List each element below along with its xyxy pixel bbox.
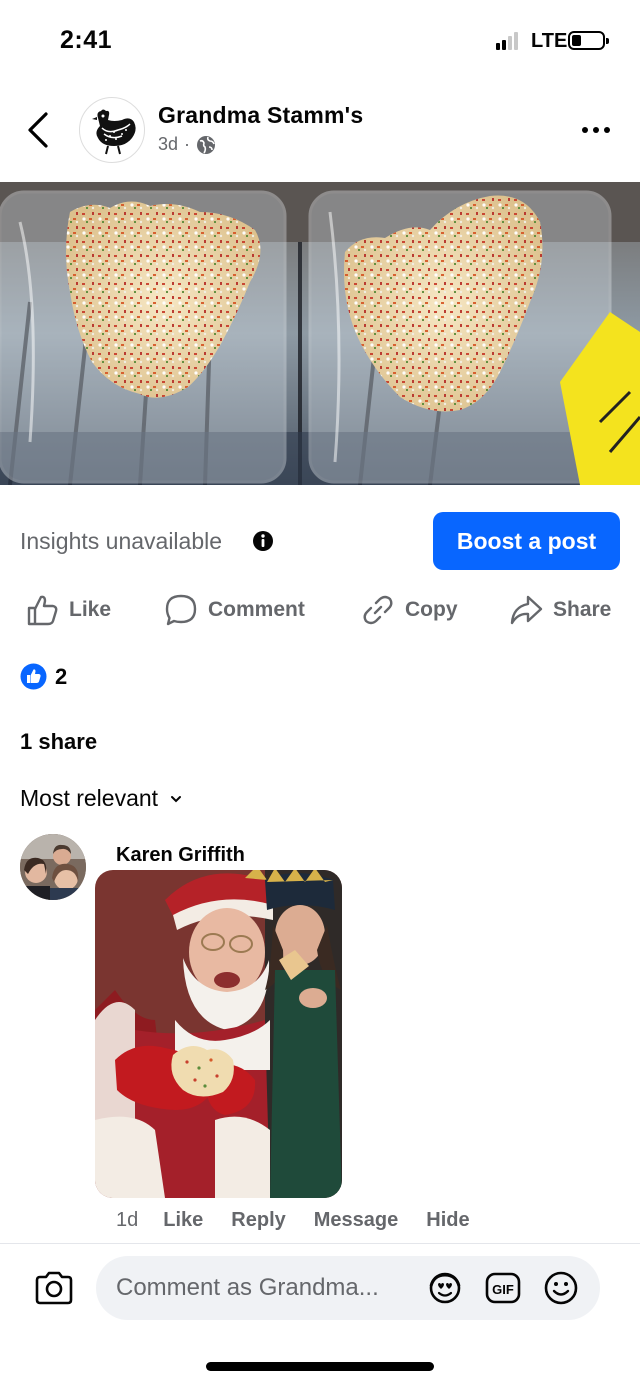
gif-icon[interactable]: GIF bbox=[484, 1270, 522, 1306]
more-options-button[interactable] bbox=[582, 120, 618, 140]
commenter-name[interactable]: Karen Griffith bbox=[116, 844, 245, 867]
post-header: Grandma Stamm's 3d · bbox=[0, 92, 640, 172]
emoji-icon[interactable] bbox=[542, 1270, 580, 1306]
comment-sort-dropdown[interactable]: Most relevant bbox=[20, 785, 182, 812]
insights-row: Insights unavailable Boost a post bbox=[0, 512, 640, 570]
post-image[interactable] bbox=[0, 182, 640, 485]
like-reaction-icon bbox=[20, 663, 47, 690]
comment-composer: GIF bbox=[0, 1243, 640, 1333]
like-button[interactable]: Like bbox=[25, 586, 111, 634]
signal-icon bbox=[496, 32, 522, 50]
dot bbox=[604, 127, 610, 133]
link-icon bbox=[363, 595, 393, 625]
status-time: 2:41 bbox=[60, 26, 113, 54]
chevron-down-icon bbox=[171, 795, 182, 802]
post-meta: 3d · bbox=[158, 134, 216, 155]
comment-input[interactable] bbox=[116, 1256, 416, 1320]
share-count[interactable]: 1 share bbox=[20, 729, 97, 755]
avatar-sticker-icon[interactable] bbox=[426, 1270, 464, 1306]
page-avatar[interactable] bbox=[79, 97, 145, 163]
meta-separator: · bbox=[184, 134, 191, 154]
commenter-avatar[interactable] bbox=[20, 834, 86, 900]
like-label: Like bbox=[69, 598, 112, 621]
copy-link-button[interactable]: Copy bbox=[361, 586, 458, 634]
comment-actions: 1d Like Reply Message Hide bbox=[116, 1209, 498, 1232]
sort-label: Most relevant bbox=[20, 785, 159, 811]
comment-button[interactable]: Comment bbox=[164, 586, 305, 634]
thumbs-up-icon bbox=[27, 595, 58, 626]
comment-hide-button[interactable]: Hide bbox=[426, 1209, 469, 1232]
reaction-count: 2 bbox=[55, 663, 68, 689]
svg-text:GIF: GIF bbox=[492, 1282, 514, 1297]
camera-icon[interactable] bbox=[34, 1270, 74, 1306]
battery-icon bbox=[568, 31, 609, 50]
cookies-photo bbox=[0, 182, 640, 485]
post-time[interactable]: 3d bbox=[158, 134, 178, 155]
boost-post-button[interactable]: Boost a post bbox=[433, 512, 620, 570]
status-bar: 2:41 LTE bbox=[0, 0, 640, 80]
home-indicator[interactable] bbox=[206, 1362, 434, 1371]
avatar-photo bbox=[20, 834, 86, 900]
page-name[interactable]: Grandma Stamm's bbox=[158, 102, 363, 129]
comment-reply-button[interactable]: Reply bbox=[231, 1209, 285, 1232]
share-arrow-icon bbox=[510, 595, 543, 625]
dot bbox=[593, 127, 599, 133]
post-actions: Like Comment Copy Share bbox=[0, 586, 640, 634]
comment-message-button[interactable]: Message bbox=[314, 1209, 399, 1232]
globe-icon bbox=[197, 135, 216, 154]
comment-label: Comment bbox=[208, 598, 305, 621]
comment-like-button[interactable]: Like bbox=[163, 1209, 203, 1232]
share-label: Share bbox=[553, 598, 612, 621]
comment-photo[interactable] bbox=[95, 870, 342, 1198]
share-button[interactable]: Share bbox=[509, 586, 611, 634]
dot bbox=[582, 127, 588, 133]
comment-input-container: GIF bbox=[96, 1256, 600, 1320]
chicken-logo-icon bbox=[92, 109, 136, 155]
copy-label: Copy bbox=[405, 598, 458, 621]
comment: Karen Griffith 1d Like Reply Message Hid… bbox=[0, 834, 640, 1234]
info-icon[interactable] bbox=[252, 530, 274, 552]
santa-photo bbox=[95, 870, 342, 1198]
reactions-summary[interactable]: 2 bbox=[20, 663, 67, 690]
comment-bubble-icon bbox=[165, 594, 197, 626]
insights-label: Insights unavailable bbox=[20, 528, 223, 554]
network-label: LTE bbox=[531, 30, 568, 52]
back-button[interactable] bbox=[22, 108, 58, 152]
chevron-left-icon bbox=[28, 112, 48, 148]
comment-time: 1d bbox=[116, 1209, 139, 1231]
